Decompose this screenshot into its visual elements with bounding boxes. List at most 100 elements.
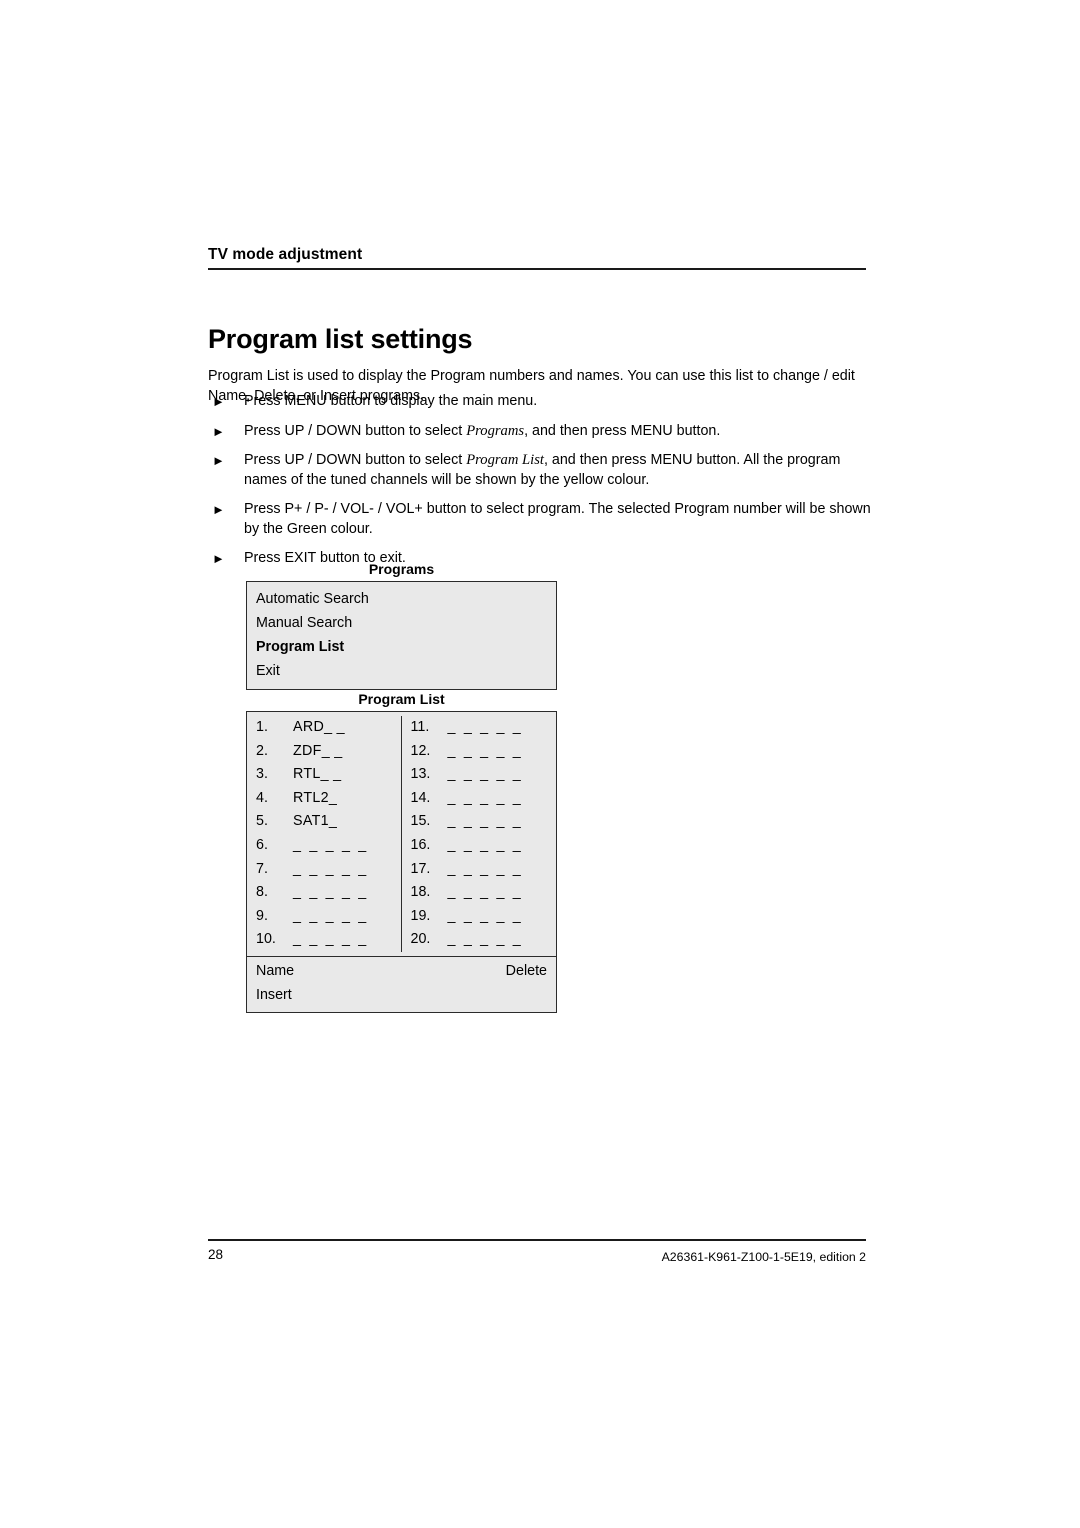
program-list-row[interactable]: 2. ZDF_ _ bbox=[247, 740, 401, 764]
footer-document-code: A26361-K961-Z100-1-5E19, edition 2 bbox=[661, 1250, 866, 1264]
program-number: 18. bbox=[410, 884, 431, 901]
program-list-actions-row-2: Insert bbox=[247, 984, 556, 1008]
program-list-row[interactable]: 15. _ _ _ _ _ bbox=[402, 810, 557, 834]
instruction-list: ► Press MENU button to display the main m… bbox=[208, 392, 873, 569]
program-name-empty: _ _ _ _ _ bbox=[447, 719, 523, 735]
program-name-empty: _ _ _ _ _ bbox=[447, 907, 523, 924]
programs-menu-caption: Programs bbox=[368, 561, 435, 577]
instruction-text-run: Press UP / DOWN button to select bbox=[244, 422, 467, 439]
program-number: 12. bbox=[410, 742, 431, 759]
programs-menu-item[interactable]: Program List bbox=[247, 635, 556, 659]
action-delete[interactable]: Delete bbox=[506, 960, 547, 984]
instruction-text-run: Press UP / DOWN button to select bbox=[244, 452, 467, 468]
program-list-panel: Program List 1. ARD_ _ 2. ZDF_ _ 3. RTL_ _ 4. R… bbox=[246, 690, 557, 1014]
menu-term: Program List bbox=[466, 452, 544, 468]
instruction-item: ► Press MENU button to display the main m… bbox=[208, 392, 873, 412]
program-name: SAT1_ bbox=[293, 813, 338, 830]
program-list-row[interactable]: 20. _ _ _ _ _ bbox=[402, 928, 557, 952]
program-name-empty: _ _ _ _ _ bbox=[447, 789, 523, 806]
program-list-row[interactable]: 18. _ _ _ _ _ bbox=[402, 881, 557, 905]
program-number: 9. bbox=[256, 907, 268, 924]
program-number: 2. bbox=[256, 742, 268, 759]
program-number: 6. bbox=[256, 836, 268, 853]
instruction-item: ► Press UP / DOWN button to select Progra… bbox=[208, 422, 873, 442]
program-number: 3. bbox=[256, 766, 268, 783]
instruction-text: Press P+ / P- / VOL- / VOL+ button to se… bbox=[244, 501, 871, 537]
program-name-empty: _ _ _ _ _ bbox=[447, 766, 523, 783]
program-name-empty: _ _ _ _ _ bbox=[447, 813, 523, 830]
program-name-empty: _ _ _ _ _ bbox=[447, 742, 523, 759]
programs-menu-box: Automatic Search Manual Search Program Lis… bbox=[246, 581, 557, 690]
program-name-empty: _ _ _ _ _ bbox=[447, 931, 523, 948]
program-name: RTL_ _ bbox=[293, 766, 342, 783]
program-list-row[interactable]: 10. _ _ _ _ _ bbox=[247, 928, 401, 952]
program-list-row[interactable]: 5. SAT1_ bbox=[247, 810, 401, 834]
header-divider bbox=[208, 268, 866, 270]
bullet-arrow-icon: ► bbox=[212, 551, 225, 566]
running-header-title: TV mode adjustment bbox=[208, 246, 363, 263]
instruction-item: ► Press UP / DOWN button to select Progra… bbox=[208, 451, 873, 490]
program-list-row[interactable]: 17. _ _ _ _ _ bbox=[402, 858, 557, 882]
bullet-arrow-icon: ► bbox=[212, 502, 225, 517]
program-list-row[interactable]: 4. RTL2_ bbox=[247, 787, 401, 811]
program-number: 5. bbox=[256, 813, 268, 830]
footer-page-number: 28 bbox=[208, 1247, 224, 1262]
program-list-row[interactable]: 3. RTL_ _ bbox=[247, 763, 401, 787]
program-list-caption: Program List bbox=[358, 691, 445, 707]
menu-term: Programs bbox=[466, 422, 525, 439]
footer-divider bbox=[208, 1239, 866, 1241]
programs-menu-item[interactable]: Manual Search bbox=[247, 611, 556, 635]
program-number: 1. bbox=[256, 719, 268, 735]
running-header: TV mode adjustment bbox=[208, 245, 866, 270]
instruction-text: Press UP / DOWN button to select Program… bbox=[244, 452, 840, 488]
bullet-arrow-icon: ► bbox=[212, 394, 225, 409]
instruction-text-run: Press MENU button to display the main me… bbox=[244, 393, 538, 409]
program-list-row[interactable]: 7. _ _ _ _ _ bbox=[247, 858, 401, 882]
program-number: 10. bbox=[256, 931, 276, 948]
program-number: 15. bbox=[410, 813, 431, 830]
program-name-empty: _ _ _ _ _ bbox=[293, 836, 369, 853]
program-list-row[interactable]: 8. _ _ _ _ _ bbox=[247, 881, 401, 905]
program-name-empty: _ _ _ _ _ bbox=[293, 860, 369, 877]
instruction-text-run: , and then press MENU button. bbox=[524, 422, 721, 439]
instruction-item: ► Press P+ / P- / VOL- / VOL+ button to s… bbox=[208, 500, 873, 539]
program-name-empty: _ _ _ _ _ bbox=[447, 836, 523, 853]
bullet-arrow-icon: ► bbox=[212, 423, 225, 439]
program-list-row[interactable]: 16. _ _ _ _ _ bbox=[402, 834, 557, 858]
program-number: 20. bbox=[410, 931, 431, 948]
program-list-row[interactable]: 11. _ _ _ _ _ bbox=[402, 716, 557, 740]
instruction-text: Press MENU button to display the main me… bbox=[244, 393, 537, 409]
program-list-column-right: 11. _ _ _ _ _ 12. _ _ _ _ _ 13. _ _ _ _ _ 14. _… bbox=[402, 716, 557, 952]
program-name-empty: _ _ _ _ _ bbox=[293, 907, 369, 924]
program-list-column-left: 1. ARD_ _ 2. ZDF_ _ 3. RTL_ _ 4. RTL2_ 5. SAT1_ 6.… bbox=[247, 716, 402, 952]
programs-menu: Programs Automatic Search Manual Search Pr… bbox=[246, 560, 557, 690]
program-list-row[interactable]: 19. _ _ _ _ _ bbox=[402, 905, 557, 929]
program-number: 7. bbox=[256, 860, 268, 877]
program-list-row[interactable]: 9. _ _ _ _ _ bbox=[247, 905, 401, 929]
program-name-empty: _ _ _ _ _ bbox=[447, 860, 523, 877]
programs-menu-item[interactable]: Automatic Search bbox=[247, 587, 556, 611]
program-name: ARD_ _ bbox=[293, 719, 345, 735]
program-list-row[interactable]: 1. ARD_ _ bbox=[247, 716, 401, 740]
program-name: RTL2_ bbox=[293, 789, 338, 806]
document-page: TV mode adjustment Program list settings… bbox=[0, 0, 1080, 1528]
program-list-row[interactable]: 14. _ _ _ _ _ bbox=[402, 787, 557, 811]
program-name: ZDF_ _ bbox=[293, 742, 343, 759]
action-name[interactable]: Name bbox=[256, 960, 294, 984]
program-list-actions-row-1: Name Delete bbox=[247, 960, 556, 984]
program-list-grid: 1. ARD_ _ 2. ZDF_ _ 3. RTL_ _ 4. RTL2_ 5. SAT1_ 6.… bbox=[247, 712, 556, 956]
program-list-row[interactable]: 12. _ _ _ _ _ bbox=[402, 740, 557, 764]
program-number: 8. bbox=[256, 884, 268, 901]
action-insert[interactable]: Insert bbox=[256, 984, 292, 1008]
program-list-row[interactable]: 13. _ _ _ _ _ bbox=[402, 763, 557, 787]
program-name-empty: _ _ _ _ _ bbox=[293, 884, 369, 901]
program-number: 19. bbox=[410, 907, 431, 924]
bullet-arrow-icon: ► bbox=[212, 453, 225, 468]
programs-menu-item[interactable]: Exit bbox=[247, 659, 556, 683]
program-number: 13. bbox=[410, 766, 431, 783]
program-name-empty: _ _ _ _ _ bbox=[293, 931, 369, 948]
program-number: 14. bbox=[410, 789, 431, 806]
instruction-text: Press UP / DOWN button to select Program… bbox=[244, 423, 720, 439]
program-list-box: 1. ARD_ _ 2. ZDF_ _ 3. RTL_ _ 4. RTL2_ 5. SAT1_ 6.… bbox=[246, 711, 557, 1014]
program-list-row[interactable]: 6. _ _ _ _ _ bbox=[247, 834, 401, 858]
